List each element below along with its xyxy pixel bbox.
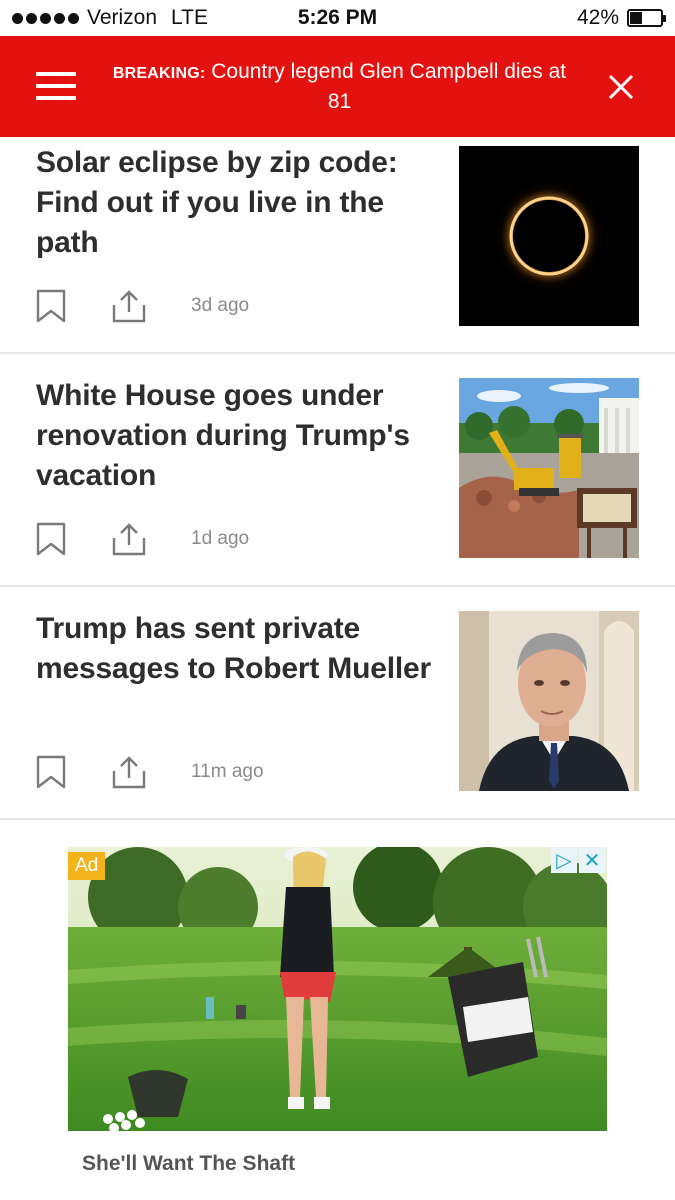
close-icon[interactable]: ✕	[579, 847, 605, 873]
ad-badge: Ad	[68, 852, 106, 880]
breaking-headline: Country legend Glen Campbell dies at 81	[211, 60, 567, 113]
battery-level	[630, 12, 642, 24]
share-icon[interactable]	[112, 755, 146, 789]
clock: 5:26 PM	[297, 6, 378, 29]
article-timestamp: 11m ago	[191, 761, 264, 782]
battery-icon	[627, 9, 666, 27]
breaking-label: BREAKING:	[112, 65, 206, 82]
article-actions: 1d ago	[36, 521, 249, 557]
status-bar: Verizon LTE 5:26 PM 42%	[0, 0, 675, 36]
status-right: 42%	[576, 6, 666, 30]
article-card[interactable]: Trump has sent private messages to Rober…	[0, 587, 675, 820]
bookmark-icon[interactable]	[36, 289, 66, 323]
article-timestamp: 3d ago	[191, 295, 250, 316]
share-icon[interactable]	[112, 289, 146, 323]
breaking-news-banner[interactable]: BREAKING: Country legend Glen Campbell d…	[0, 36, 675, 137]
menu-icon[interactable]	[36, 72, 76, 100]
bookmark-icon[interactable]	[36, 522, 66, 556]
golf-ad-image	[68, 847, 607, 1131]
article-headline[interactable]: Solar eclipse by zip code: Find out if y…	[36, 143, 436, 263]
battery-percentage: 42%	[576, 6, 619, 29]
ad-banner[interactable]: Ad ▷ ✕	[68, 847, 607, 1131]
adchoices-icon[interactable]: ▷	[551, 847, 577, 873]
article-headline[interactable]: Trump has sent private messages to Rober…	[36, 609, 436, 689]
article-card[interactable]: White House goes under renovation during…	[0, 354, 675, 587]
robert-mueller-portrait-image[interactable]	[459, 611, 639, 791]
ad-title[interactable]: She'll Want The Shaft	[82, 1152, 295, 1176]
article-actions: 11m ago	[36, 754, 264, 790]
white-house-construction-image[interactable]	[459, 378, 639, 558]
solar-eclipse-image[interactable]	[459, 146, 639, 326]
ad-choices[interactable]: ▷ ✕	[551, 847, 605, 873]
article-actions: 3d ago	[36, 288, 249, 324]
breaking-news-text[interactable]: BREAKING: Country legend Glen Campbell d…	[112, 58, 567, 116]
article-timestamp: 1d ago	[191, 528, 250, 549]
article-headline[interactable]: White House goes under renovation during…	[36, 376, 436, 496]
bookmark-icon[interactable]	[36, 755, 66, 789]
article-card[interactable]: Solar eclipse by zip code: Find out if y…	[0, 137, 675, 354]
share-icon[interactable]	[112, 522, 146, 556]
close-icon[interactable]	[606, 72, 636, 102]
